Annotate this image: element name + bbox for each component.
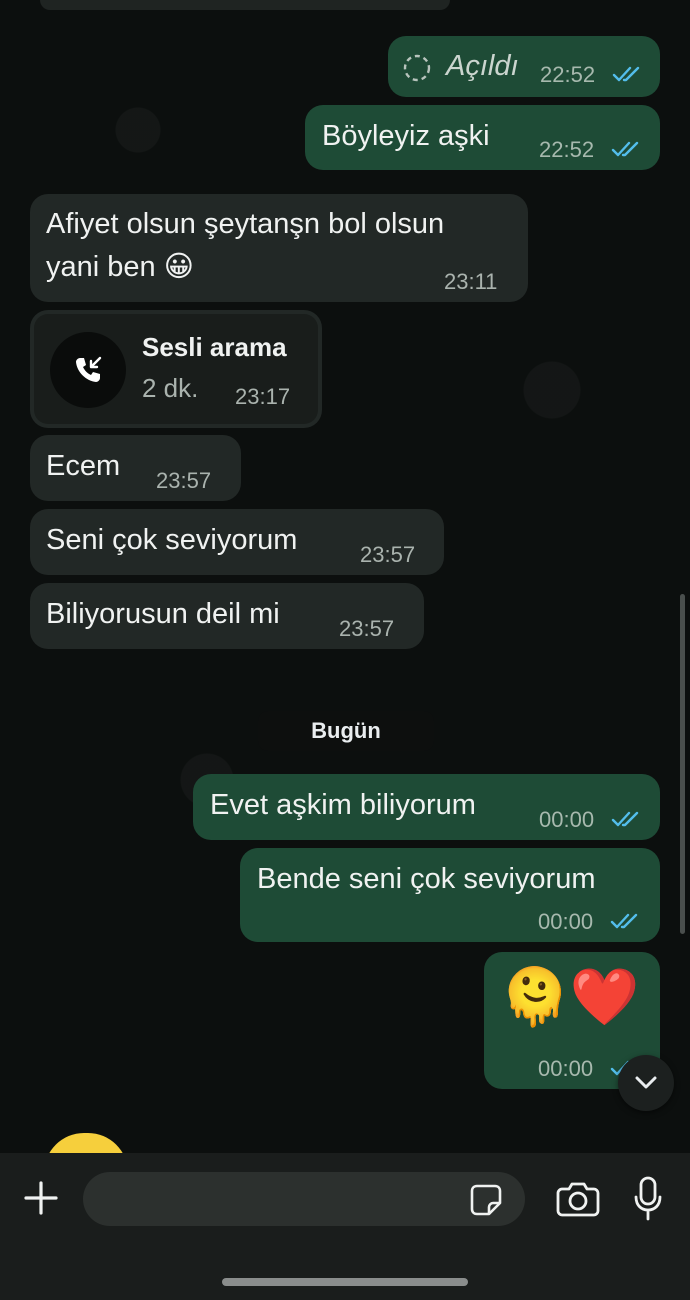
call-duration: 2 dk. [142, 373, 199, 403]
read-ticks-icon [611, 811, 639, 827]
call-title: Sesli arama [142, 332, 287, 362]
message-time: 23:11 [444, 269, 498, 294]
camera-icon [556, 1182, 600, 1217]
message-bubble-incoming[interactable]: Afiyet olsun şeytanşn bol olsun yani ben… [30, 194, 528, 302]
message-time: 23:17 [235, 384, 291, 409]
chat-scrollbar[interactable] [680, 594, 685, 934]
message-bubble-incoming[interactable]: Seni çok seviyorum 23:57 [30, 509, 444, 575]
message-text-line: yani ben 😀 [46, 251, 194, 283]
voice-record-button[interactable] [626, 1173, 670, 1225]
message-text: Evet aşkim biliyorum [210, 789, 476, 821]
message-bubble-outgoing[interactable]: Açıldı 22:52 [388, 36, 660, 97]
home-indicator[interactable] [222, 1278, 468, 1286]
message-time: 22:52 [539, 137, 595, 162]
message-time: 23:57 [339, 616, 395, 641]
previous-message-edge [40, 0, 450, 10]
message-input-field[interactable] [101, 1180, 465, 1220]
plus-icon [24, 1181, 58, 1215]
message-bubble-incoming[interactable]: Ecem 23:57 [30, 435, 241, 501]
message-time: 00:00 [539, 807, 595, 832]
message-time: 22:52 [540, 62, 596, 87]
message-time: 23:57 [360, 542, 416, 567]
message-time: 00:00 [538, 909, 594, 934]
message-input[interactable] [83, 1172, 525, 1226]
message-bubble-incoming[interactable]: Biliyorusun deil mi 23:57 [30, 583, 424, 649]
microphone-icon [634, 1176, 662, 1221]
read-ticks-icon [610, 913, 638, 929]
message-text-line: Afiyet olsun şeytanşn bol olsun [46, 208, 445, 240]
incoming-call-icon [50, 332, 126, 408]
message-text: Biliyorusun deil mi [46, 598, 280, 630]
sticker-button[interactable] [467, 1181, 505, 1219]
date-separator: Bugün [258, 711, 434, 751]
voice-call-bubble[interactable]: Sesli arama 2 dk. 23:17 [30, 310, 322, 428]
message-bubble-outgoing[interactable]: Bende seni çok seviyorum 00:00 [240, 848, 660, 942]
message-text: Açıldı [446, 50, 519, 82]
message-text: Böyleyiz aşki [322, 120, 490, 152]
sticker-icon [470, 1184, 502, 1216]
message-text: Bende seni çok seviyorum [257, 863, 596, 895]
attach-button[interactable] [18, 1175, 64, 1221]
message-text: Seni çok seviyorum [46, 524, 298, 556]
emoji-message-text: 🫠❤️ [500, 965, 640, 1028]
message-text: Ecem [46, 450, 121, 482]
read-ticks-icon [612, 66, 640, 82]
message-time: 00:00 [538, 1056, 594, 1081]
scroll-to-bottom-button[interactable] [618, 1055, 674, 1111]
message-bubble-outgoing[interactable]: Böyleyiz aşki 22:52 [305, 105, 660, 170]
read-ticks-icon [611, 141, 639, 157]
view-once-opened-icon [403, 54, 431, 82]
message-time: 23:57 [156, 468, 212, 493]
message-bubble-outgoing[interactable]: Evet aşkim biliyorum 00:00 [193, 774, 660, 840]
chevron-down-icon [635, 1076, 657, 1089]
camera-button[interactable] [554, 1176, 602, 1222]
